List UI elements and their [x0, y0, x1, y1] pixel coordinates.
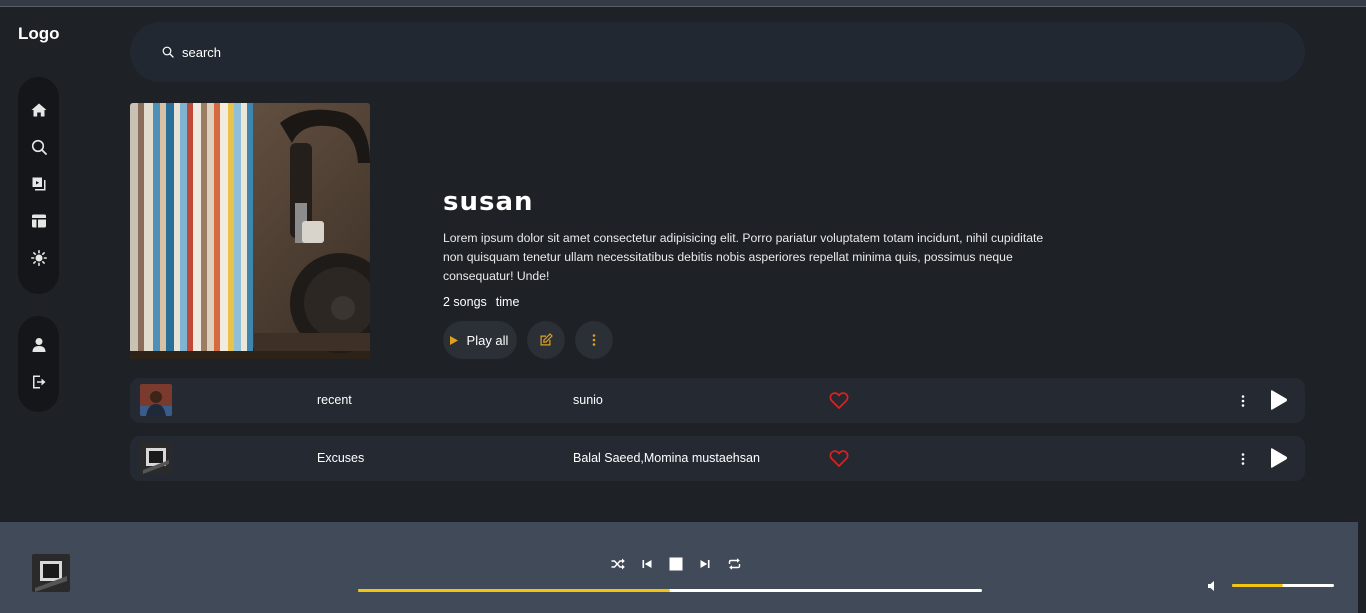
track-artist: sunio [573, 393, 603, 407]
play-icon[interactable] [1267, 447, 1289, 469]
more-vertical-icon [592, 334, 596, 346]
volume-icon[interactable] [1207, 580, 1219, 592]
playback-controls [610, 556, 742, 572]
playlist-info: susan Lorem ipsum dolor sit amet consect… [443, 187, 1063, 309]
scrollbar-edge [1358, 522, 1366, 613]
track-artist: Balal Saeed,Momina mustaehsan [573, 451, 760, 465]
play-all-label: Play all [466, 332, 509, 348]
play-icon [449, 335, 458, 345]
progress-fill [358, 589, 670, 592]
shuffle-icon[interactable] [610, 556, 626, 572]
player-bar [0, 522, 1366, 613]
search-input[interactable] [182, 44, 582, 60]
songs-count: 2 songs [443, 295, 487, 309]
volume-fill [1232, 584, 1283, 587]
search-icon [162, 46, 174, 58]
search-icon[interactable] [30, 138, 48, 156]
track-name: Excuses [317, 451, 365, 465]
track-thumbnail [140, 384, 172, 416]
window-top-border [0, 0, 1366, 7]
search-bar [130, 22, 1305, 82]
play-all-button[interactable]: Play all [443, 321, 517, 359]
playlist-icon[interactable] [30, 175, 48, 193]
track-row[interactable]: Excuses Balal Saeed,Momina mustaehsan [130, 436, 1305, 481]
playlist-title: susan [443, 187, 534, 217]
edit-button[interactable] [527, 321, 565, 359]
playlist-actions: Play all [443, 321, 613, 359]
playlist-meta: 2 songs time [443, 295, 1063, 309]
previous-track-icon[interactable] [639, 556, 655, 572]
heart-icon[interactable] [829, 449, 849, 468]
heart-icon[interactable] [829, 391, 849, 410]
play-icon[interactable] [1267, 389, 1289, 411]
home-icon[interactable] [30, 101, 48, 119]
volume-slider[interactable] [1232, 584, 1334, 587]
layout-icon[interactable] [30, 212, 48, 230]
track-name: recent [317, 393, 352, 407]
playlist-cover-image [130, 103, 370, 359]
repeat-icon[interactable] [726, 556, 742, 572]
logo[interactable]: Logo [18, 24, 60, 44]
now-playing-thumbnail [32, 554, 70, 592]
more-options-button[interactable] [575, 321, 613, 359]
playlist-time: time [495, 295, 520, 309]
track-row[interactable]: recent sunio [130, 378, 1305, 423]
edit-icon [540, 333, 553, 346]
more-vertical-icon[interactable] [1236, 391, 1250, 410]
theme-toggle-icon[interactable] [30, 249, 48, 267]
stop-icon[interactable] [668, 556, 684, 572]
progress-bar[interactable] [358, 589, 982, 592]
track-thumbnail [140, 442, 172, 474]
logout-icon[interactable] [30, 373, 48, 391]
sidebar-main-nav [18, 77, 59, 294]
user-icon[interactable] [30, 336, 48, 354]
playlist-description: Lorem ipsum dolor sit amet consectetur a… [443, 231, 1044, 283]
next-track-icon[interactable] [697, 556, 713, 572]
more-vertical-icon[interactable] [1236, 449, 1250, 468]
sidebar-user-nav [18, 316, 59, 412]
